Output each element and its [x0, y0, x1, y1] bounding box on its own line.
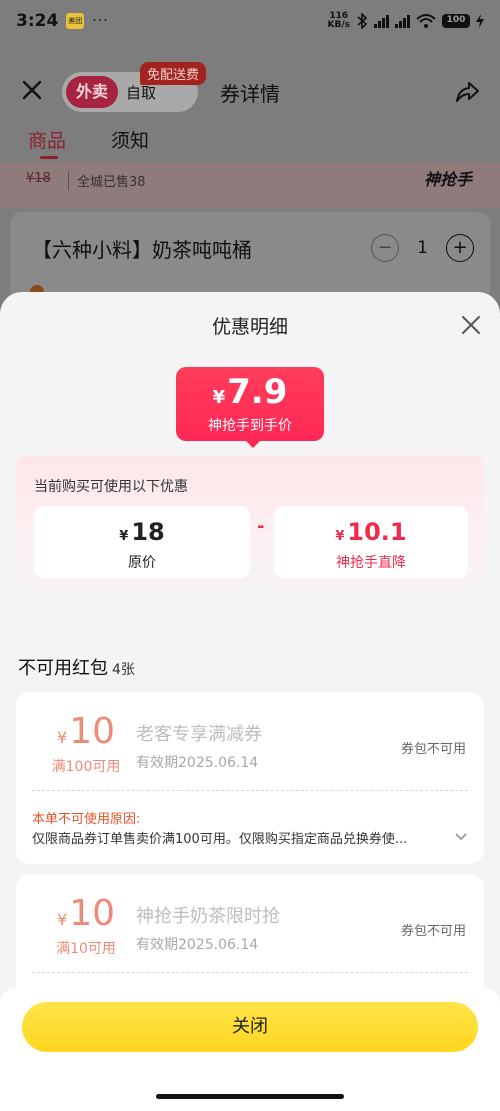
coupon-name: 神抢手奶茶限时抢 — [136, 906, 280, 927]
status-time: 3:24 — [16, 11, 59, 31]
page-header: 外卖 自取 免配送费 券详情 — [0, 60, 500, 124]
bottom-action-bar: 关闭 — [0, 988, 500, 1111]
coupon-validity: 有效期2025.06.14 — [136, 755, 259, 771]
close-button[interactable]: 关闭 — [22, 1002, 478, 1052]
deal-price: 7.9 — [227, 372, 288, 412]
sheet-close-icon[interactable] — [460, 314, 482, 336]
tab-indicator — [40, 156, 58, 159]
page-title: 券详情 — [220, 82, 280, 106]
unusable-title: 不可用红包 — [18, 658, 108, 679]
meituan-notification-icon: 美团 — [66, 13, 85, 29]
product-card: 【六种小料】奶茶吨吨桶 − 1 + — [10, 212, 490, 302]
discount-currency: ¥ — [335, 529, 345, 544]
coupon-name: 老客专享满减券 — [136, 724, 262, 745]
deal-label: 神抢手到手价 — [208, 418, 292, 434]
discount-amount: 10.1 — [347, 518, 407, 546]
tab-notice[interactable]: 须知 — [111, 126, 149, 153]
original-currency: ¥ — [119, 529, 129, 544]
signal-icon — [374, 14, 389, 28]
discount-detail-sheet: 优惠明细 当前购买可使用以下优惠 ¥18 原价 - ¥10.1 神抢手直降 ¥7… — [0, 292, 500, 1111]
bluetooth-icon — [357, 13, 368, 29]
original-price-card: ¥18 原价 — [34, 506, 250, 578]
coupon-amount: ¥10 满100可用 — [46, 712, 126, 776]
pill-pointer — [243, 438, 263, 448]
reason-text: 仅限商品券订单售卖价满100可用。仅限购买指定商品兑换券使... — [32, 832, 408, 847]
discount-label: 神抢手直降 — [336, 555, 406, 571]
final-price-pill: ¥7.9 神抢手到手价 — [176, 367, 324, 441]
coupon-validity: 有效期2025.06.14 — [136, 937, 259, 953]
offer-intro: 当前购买可使用以下优惠 — [34, 479, 188, 495]
unusable-coupons-heading: 不可用红包 4张 — [18, 654, 135, 680]
price-banner: ¥18 全城已售38 神抢手 — [0, 162, 500, 208]
offer-breakdown: 当前购买可使用以下优惠 ¥18 原价 - ¥10.1 神抢手直降 — [16, 456, 484, 606]
product-name: 【六种小料】奶茶吨吨桶 — [32, 238, 252, 262]
tab-goods[interactable]: 商品 — [28, 126, 66, 153]
share-icon[interactable] — [454, 79, 480, 105]
coupon-value: 10 — [69, 893, 115, 934]
coupon-condition: 满100可用 — [51, 759, 121, 775]
sold-count: 全城已售38 — [68, 171, 146, 190]
discount-card: ¥10.1 神抢手直降 — [274, 506, 468, 578]
detail-tabs: 商品 须知 — [0, 122, 500, 162]
coupon-divider — [32, 790, 468, 791]
old-price: ¥18 — [26, 171, 51, 186]
reason-title: 本单不可使用原因: — [32, 812, 141, 827]
deal-currency: ¥ — [212, 387, 226, 408]
original-label: 原价 — [128, 555, 156, 571]
coupon-value: 10 — [69, 711, 115, 752]
battery-icon: 100 — [442, 14, 470, 28]
charging-icon — [476, 14, 484, 28]
brand-logo: 神抢手 — [423, 170, 472, 189]
original-amount: 18 — [131, 518, 165, 546]
coupon-card[interactable]: ¥10 满100可用 老客专享满减券 有效期2025.06.14 券包不可用 本… — [16, 692, 484, 864]
coupon-currency: ¥ — [57, 910, 68, 929]
increase-button[interactable]: + — [446, 234, 474, 262]
more-notifications-icon: ··· — [92, 13, 109, 29]
coupon-state: 券包不可用 — [400, 924, 466, 939]
coupon-divider — [32, 972, 468, 973]
sheet-title: 优惠明细 — [211, 316, 288, 338]
signal-icon-2 — [395, 14, 410, 28]
decrease-button[interactable]: − — [371, 234, 400, 262]
minus-sign: - — [257, 516, 265, 537]
wifi-icon — [416, 14, 436, 28]
coupon-state: 券包不可用 — [400, 742, 466, 757]
chevron-down-icon[interactable] — [454, 830, 468, 844]
home-indicator[interactable] — [156, 1094, 344, 1099]
coupon-amount: ¥10 满10可用 — [46, 894, 126, 958]
coupon-condition: 满10可用 — [56, 941, 116, 957]
unusable-count: 4张 — [112, 662, 135, 678]
quantity-stepper: − 1 + — [371, 234, 474, 262]
quantity-value: 1 — [417, 238, 428, 258]
network-speed: 116 KB/s — [327, 11, 350, 30]
coupon-currency: ¥ — [57, 728, 68, 747]
status-bar: 3:24 美团 ··· 116 KB/s 100 — [0, 0, 500, 42]
